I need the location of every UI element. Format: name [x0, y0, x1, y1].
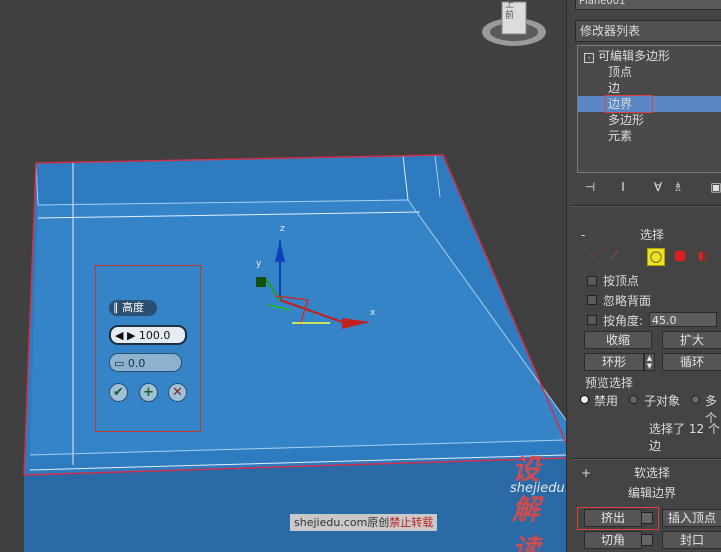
polygon-mode-glyph [675, 251, 685, 261]
remove-modifier-icon[interactable]: ♗ [669, 178, 687, 196]
width-value: 0.0 [127, 357, 146, 370]
element-mode-icon[interactable]: ◧ [694, 248, 712, 266]
preview-selection-header: 预览选择 [585, 376, 634, 390]
watermark-credit-prefix: shejiedu.com原创 [294, 516, 390, 529]
preview-multi-radio[interactable] [691, 395, 700, 404]
gizmo-z-label: z [280, 224, 285, 234]
watermark-credit: shejiedu.com原创禁止转载 [290, 514, 438, 531]
gizmo-x-label: x [370, 308, 376, 318]
cap-button[interactable]: 封口 [662, 531, 721, 549]
watermark-domain: shejiedu.com [510, 481, 566, 496]
extrude-caddy: ∥ 高度 ◀ ▶ 100.0 ▭ 0.0 ✔ + ✕ [95, 265, 201, 432]
extrude-highlight [577, 507, 659, 530]
height-spinner[interactable]: ◀ ▶ 100.0 [109, 325, 187, 345]
ring-spinner-icon[interactable]: ▲ ▼ [644, 353, 655, 371]
stack-toolbar: ⊣ Ⅰ ∀ ♗ ▣ [579, 178, 721, 198]
chamfer-button[interactable]: 切角 [584, 531, 642, 549]
pin-stack-icon[interactable]: ⊣ [581, 178, 599, 196]
preview-disabled-radio[interactable] [580, 395, 589, 404]
soft-selection-collapse-glyph: + [581, 466, 592, 480]
caddy-title-label: 高度 [122, 301, 144, 314]
caddy-title: ∥ 高度 [109, 300, 157, 316]
insert-vertex-button[interactable]: 插入顶点 [662, 509, 721, 527]
ignore-backfacing-checkbox[interactable] [587, 295, 597, 305]
caddy-grip-icon: ∥ [113, 301, 122, 314]
gizmo-y-label: y [256, 259, 262, 269]
modifier-stack: - 可编辑多边形 顶点 边 边界 多边形 元素 [577, 45, 721, 173]
by-vertex-label: 按顶点 [603, 274, 640, 288]
selection-header-label: 选择 [639, 228, 664, 242]
stack-item-polygon[interactable]: 多边形 [578, 112, 721, 128]
collapse-box-icon: - [584, 53, 594, 63]
show-end-result-icon[interactable]: Ⅰ [614, 178, 632, 196]
spinner-arrows-icon: ◀ ▶ [115, 329, 139, 342]
preview-subobject-label: 子对象 [644, 394, 681, 408]
width-spinner[interactable]: ▭ 0.0 [109, 353, 182, 372]
separator [571, 205, 721, 207]
edge-mode-icon[interactable]: ⟋ [606, 248, 624, 266]
ignore-backfacing-label: 忽略背面 [603, 294, 652, 308]
by-angle-checkbox[interactable] [587, 315, 597, 325]
grow-button[interactable]: 扩大 [662, 331, 721, 349]
preview-disabled-label: 禁用 [594, 394, 619, 408]
by-vertex-checkbox[interactable] [587, 276, 597, 286]
selection-collapse-glyph: - [581, 228, 586, 242]
ring-button[interactable]: 环形 [584, 353, 644, 371]
stack-root[interactable]: - 可编辑多边形 [578, 48, 721, 64]
configure-sets-icon[interactable]: ▣ [707, 178, 721, 196]
object-name-field[interactable]: Plane001 [575, 0, 721, 10]
vertex-mode-icon[interactable]: ⁖ [583, 248, 601, 266]
ok-icon[interactable]: ✔ [109, 383, 128, 402]
angle-field[interactable]: 45.0 [649, 312, 717, 327]
soft-selection-rollout-header[interactable]: + 软选择 [577, 466, 721, 480]
stack-item-element[interactable]: 元素 [578, 128, 721, 144]
soft-selection-header-label: 软选择 [633, 466, 670, 480]
cancel-icon[interactable]: ✕ [168, 383, 187, 402]
stack-item-vertex[interactable]: 顶点 [578, 64, 721, 80]
separator [571, 458, 721, 460]
command-panel: Plane001 修改器列表 - 可编辑多边形 顶点 边 边界 多边形 元素 ⊣ … [566, 0, 721, 552]
selection-rollout-header[interactable]: - 选择 [577, 228, 721, 242]
by-angle-label: 按角度: [603, 314, 644, 328]
view-cube-label: 上 前 [505, 0, 515, 21]
width-icon: ▭ [114, 357, 128, 370]
scene-svg [23, 154, 566, 552]
polygon-mode-icon[interactable] [671, 248, 689, 266]
stack-item-border-highlight [605, 95, 653, 113]
selection-status: 选择了 12 个边 [649, 422, 720, 453]
shrink-button[interactable]: 收缩 [584, 331, 652, 349]
stack-root-label: 可编辑多边形 [598, 49, 671, 63]
watermark-logo: 设解读 [512, 453, 542, 552]
stack-item-edge[interactable]: 边 [578, 80, 721, 96]
modifier-list-dropdown[interactable]: 修改器列表 [575, 20, 721, 42]
border-mode-icon[interactable]: ◯ [647, 248, 665, 266]
edit-borders-rollout-header[interactable]: 编辑边界 [577, 486, 721, 500]
loop-button[interactable]: 循环 [662, 353, 721, 371]
height-value: 100.0 [138, 329, 171, 342]
viewport[interactable]: z y x 上 前 ∥ 高度 ◀ ▶ 100.0 ▭ 0.0 ✔ + ✕ 设解读… [0, 0, 566, 552]
watermark-credit-red: 禁止转载 [389, 516, 434, 529]
chamfer-settings-icon[interactable] [641, 534, 653, 546]
preview-subobject-radio[interactable] [629, 395, 638, 404]
make-unique-icon[interactable]: ∀ [649, 178, 667, 196]
apply-icon[interactable]: + [139, 383, 158, 402]
view-cube[interactable]: 上 前 [478, 0, 548, 60]
